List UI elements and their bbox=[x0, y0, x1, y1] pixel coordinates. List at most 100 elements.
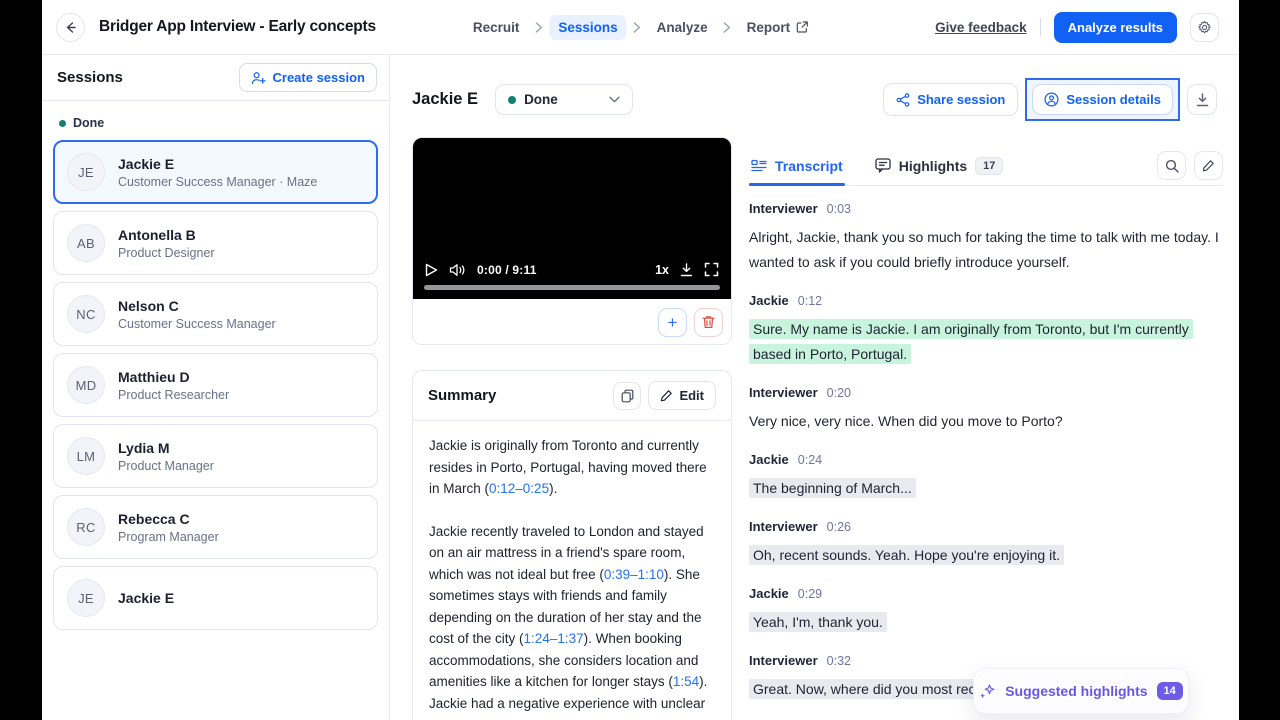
breadcrumb-analyze[interactable]: Analyze bbox=[648, 15, 717, 40]
transcript-actions bbox=[1157, 151, 1223, 180]
breadcrumb-report[interactable]: Report bbox=[738, 15, 818, 40]
entry-text[interactable]: Yeah, I'm, thank you. bbox=[749, 610, 1223, 635]
person-plus-icon bbox=[251, 71, 266, 84]
edit-transcript-button[interactable] bbox=[1194, 151, 1223, 180]
chevron-right-icon bbox=[535, 21, 543, 33]
download-session-button[interactable] bbox=[1187, 84, 1217, 115]
entry-text[interactable]: The beginning of March... bbox=[749, 476, 1223, 501]
sessions-sidebar: Sessions Create session Done JE Jackie E C… bbox=[42, 55, 390, 720]
timestamp-link[interactable]: 0:39–1:10 bbox=[604, 567, 664, 582]
highlighted-text: Sure. My name is Jackie. I am originally… bbox=[749, 319, 1193, 364]
video-progress-bar[interactable] bbox=[424, 285, 720, 290]
arrow-left-icon bbox=[66, 21, 76, 33]
entry-timestamp[interactable]: 0:24 bbox=[798, 453, 822, 467]
external-link-icon bbox=[796, 21, 808, 33]
entry-text[interactable]: Very nice, very nice. When did you move … bbox=[749, 409, 1223, 434]
session-card-nelson-c[interactable]: NC Nelson C Customer Success Manager bbox=[53, 282, 378, 346]
session-name: Lydia M bbox=[118, 439, 170, 456]
session-name: Jackie E bbox=[118, 590, 175, 606]
entry-text[interactable]: Sure. My name is Jackie. I am originally… bbox=[749, 317, 1223, 367]
session-name: Nelson C bbox=[118, 297, 179, 314]
session-card-matthieu-d[interactable]: MD Matthieu D Product Researcher bbox=[53, 353, 378, 417]
chevron-right-icon bbox=[723, 21, 731, 33]
edit-summary-button[interactable]: Edit bbox=[648, 381, 716, 410]
summary-paragraph: Jackie is originally from Toronto and cu… bbox=[429, 438, 707, 496]
entry-timestamp[interactable]: 0:32 bbox=[827, 654, 851, 668]
breadcrumb-sessions[interactable]: Sessions bbox=[549, 14, 627, 40]
settings-button[interactable] bbox=[1190, 12, 1219, 42]
volume-icon[interactable] bbox=[449, 263, 466, 277]
entry-text[interactable]: Oh, recent sounds. Yeah. Hope you're enj… bbox=[749, 543, 1223, 568]
summary-card: Summary Edit Jackie is originally from T… bbox=[412, 370, 732, 720]
session-title: Jackie E bbox=[412, 90, 479, 108]
give-feedback-link[interactable]: Give feedback bbox=[935, 20, 1027, 35]
avatar: MD bbox=[67, 366, 105, 404]
add-clip-button[interactable]: + bbox=[658, 307, 687, 337]
tab-highlights[interactable]: Highlights 17 bbox=[873, 146, 1006, 185]
transcript-entry: Interviewer 0:03 Alright, Jackie, thank yo… bbox=[749, 201, 1223, 275]
breadcrumb: Recruit Sessions Analyze Report bbox=[464, 14, 818, 40]
page-title: Bridger App Interview - Early concepts bbox=[99, 18, 376, 35]
search-icon bbox=[1165, 159, 1179, 173]
session-card-antonella-b[interactable]: AB Antonella B Product Designer bbox=[53, 211, 378, 275]
create-session-button[interactable]: Create session bbox=[238, 63, 377, 92]
status-dropdown[interactable]: Done bbox=[495, 84, 634, 115]
session-card-jackie-e[interactable]: JE Jackie E Customer Success Manager · Maz… bbox=[53, 140, 378, 204]
entry-timestamp[interactable]: 0:12 bbox=[798, 294, 822, 308]
topbar-actions: Give feedback Analyze results bbox=[935, 11, 1219, 43]
entry-timestamp[interactable]: 0:03 bbox=[827, 202, 851, 216]
copy-summary-button[interactable] bbox=[613, 381, 642, 410]
search-transcript-button[interactable] bbox=[1157, 151, 1186, 180]
transcript-entry: Jackie 0:29 Yeah, I'm, thank you. bbox=[749, 586, 1223, 635]
share-icon bbox=[896, 92, 910, 107]
breadcrumb-label: Sessions bbox=[558, 19, 618, 35]
session-list: JE Jackie E Customer Success Manager · Maz… bbox=[42, 140, 389, 630]
share-session-button[interactable]: Share session bbox=[883, 83, 1019, 116]
timestamp-link[interactable]: 0:12–0:25 bbox=[489, 481, 549, 496]
pencil-icon bbox=[1202, 160, 1214, 172]
edit-summary-label: Edit bbox=[679, 388, 704, 403]
trash-icon bbox=[702, 316, 715, 328]
session-actions: Share session Session details bbox=[883, 78, 1217, 121]
entry-text[interactable]: Alright, Jackie, thank you so much for t… bbox=[749, 225, 1223, 275]
entry-timestamp[interactable]: 0:29 bbox=[798, 587, 822, 601]
avatar: NC bbox=[67, 295, 105, 333]
chevron-down-icon bbox=[609, 96, 620, 103]
breadcrumb-recruit[interactable]: Recruit bbox=[464, 15, 529, 40]
fullscreen-icon[interactable] bbox=[704, 262, 719, 277]
analyze-results-button[interactable]: Analyze results bbox=[1053, 11, 1177, 43]
sidebar-header: Sessions Create session bbox=[42, 55, 389, 101]
breadcrumb-label: Report bbox=[746, 19, 791, 35]
session-details-button[interactable]: Session details bbox=[1032, 84, 1173, 115]
entry-header: Jackie 0:29 bbox=[749, 586, 1223, 601]
session-role: Customer Success Manager bbox=[118, 316, 276, 331]
session-card-rebecca-c[interactable]: RC Rebecca C Program Manager bbox=[53, 495, 378, 559]
timestamp-link[interactable]: 1:54 bbox=[673, 674, 699, 689]
session-header: Jackie E Done Share session Session deta… bbox=[412, 78, 1217, 121]
plain-text: Very nice, very nice. When did you move … bbox=[749, 413, 1063, 429]
video-player[interactable]: 0:00 / 9:11 1x bbox=[413, 138, 731, 299]
session-role: Customer Success Manager · Maze bbox=[118, 174, 318, 189]
entry-header: Interviewer 0:03 bbox=[749, 201, 1223, 216]
back-button[interactable] bbox=[56, 12, 85, 42]
person-circle-icon bbox=[1044, 92, 1059, 107]
suggested-highlights-popup[interactable]: Suggested highlights 14 bbox=[973, 668, 1189, 714]
session-card-jackie-e[interactable]: JE Jackie E bbox=[53, 566, 378, 630]
breadcrumb-label: Analyze bbox=[656, 19, 708, 35]
speaker-name: Interviewer bbox=[749, 385, 818, 400]
highlights-icon bbox=[875, 158, 891, 173]
session-role: Product Researcher bbox=[118, 387, 230, 402]
play-icon[interactable] bbox=[425, 263, 438, 277]
entry-header: Interviewer 0:20 bbox=[749, 385, 1223, 400]
delete-video-button[interactable] bbox=[694, 307, 723, 337]
video-download-icon[interactable] bbox=[680, 262, 693, 277]
speaker-name: Jackie bbox=[749, 452, 789, 467]
session-card-lydia-m[interactable]: LM Lydia M Product Manager bbox=[53, 424, 378, 488]
timestamp-link[interactable]: 1:24–1:37 bbox=[524, 631, 584, 646]
highlighted-text: The beginning of March... bbox=[749, 478, 916, 498]
entry-timestamp[interactable]: 0:26 bbox=[827, 520, 851, 534]
session-name: Rebecca C bbox=[118, 510, 190, 527]
entry-timestamp[interactable]: 0:20 bbox=[827, 386, 851, 400]
playback-speed[interactable]: 1x bbox=[655, 263, 669, 277]
tab-transcript[interactable]: Transcript bbox=[749, 146, 845, 186]
